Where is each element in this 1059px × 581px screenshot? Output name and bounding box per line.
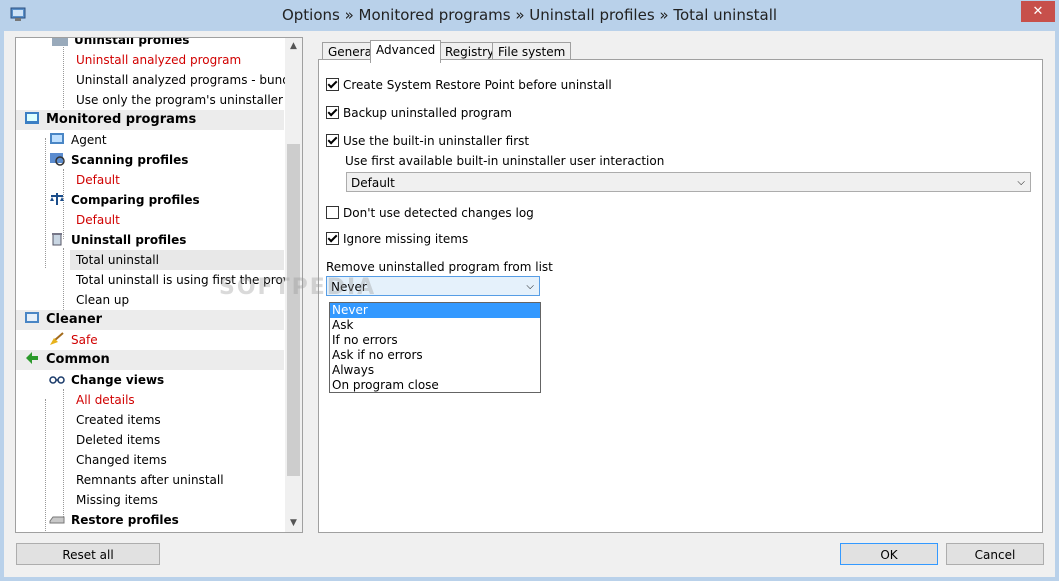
scroll-thumb[interactable] <box>287 144 300 476</box>
reset-all-button[interactable]: Reset all <box>16 543 160 565</box>
recycle-bin-icon <box>52 233 62 246</box>
cleaner-icon <box>25 312 39 323</box>
glasses-icon <box>49 376 65 384</box>
dropdown-option-always[interactable]: Always <box>330 363 540 378</box>
options-dialog: Uninstall profiles Uninstall analyzed pr… <box>4 31 1055 577</box>
dont-use-log-option[interactable]: Don't use detected changes log <box>326 206 534 220</box>
interaction-label: Use first available built-in uninstaller… <box>345 154 665 168</box>
chevron-down-icon: ⌵ <box>526 281 534 292</box>
scroll-down-arrow-icon[interactable]: ▼ <box>285 515 302 532</box>
close-button[interactable]: ✕ <box>1021 1 1055 22</box>
tree-item-agent[interactable]: Agent <box>49 130 107 150</box>
tree-item-remnants-after-uninstall[interactable]: Remnants after uninstall <box>76 470 224 490</box>
backup-checkbox[interactable] <box>326 106 339 119</box>
interaction-select[interactable]: Default ⌵ <box>346 172 1031 192</box>
tree-item-safe[interactable]: Safe <box>49 330 98 350</box>
window-title: Options » Monitored programs » Uninstall… <box>281 6 778 24</box>
scales-icon <box>50 193 64 205</box>
tree-item-missing-items[interactable]: Missing items <box>76 490 158 510</box>
tree-item-changed-items[interactable]: Changed items <box>76 450 167 470</box>
restore-point-checkbox[interactable] <box>326 78 339 91</box>
tree-item-uninstall-profiles-top[interactable]: Uninstall profiles <box>52 38 189 50</box>
tree-item-all-details[interactable]: All details <box>76 390 135 410</box>
tree-item-comparing-profiles[interactable]: Comparing profiles <box>49 190 200 210</box>
remove-from-list-dropdown: Never Ask If no errors Ask if no errors … <box>329 302 541 393</box>
tree-item-total-uninstall[interactable]: Total uninstall <box>70 250 284 270</box>
tree-group-cleaner[interactable]: Cleaner <box>16 310 284 330</box>
dropdown-option-ask[interactable]: Ask <box>330 318 540 333</box>
tree-item-created-items[interactable]: Created items <box>76 410 161 430</box>
dropdown-option-if-no-errors[interactable]: If no errors <box>330 333 540 348</box>
tree-item-scanning-default[interactable]: Default <box>76 170 120 190</box>
ignore-missing-option[interactable]: Ignore missing items <box>326 232 468 246</box>
restore-point-option[interactable]: Create System Restore Point before unins… <box>326 78 612 92</box>
dropdown-option-ask-if-no-errors[interactable]: Ask if no errors <box>330 348 540 363</box>
tree-item-deleted-items[interactable]: Deleted items <box>76 430 160 450</box>
builtin-first-checkbox[interactable] <box>326 134 339 147</box>
drive-icon <box>49 516 65 524</box>
title-bar: Options » Monitored programs » Uninstall… <box>0 0 1059 31</box>
tree-group-common[interactable]: Common <box>16 350 284 370</box>
dropdown-option-on-program-close[interactable]: On program close <box>330 378 540 393</box>
tree-item-uninstall-analyzed-program[interactable]: Uninstall analyzed program <box>76 50 241 70</box>
ignore-missing-checkbox[interactable] <box>326 232 339 245</box>
dropdown-option-never[interactable]: Never <box>330 303 540 318</box>
backup-option[interactable]: Backup uninstalled program <box>326 106 512 120</box>
tree-group-monitored-programs[interactable]: Monitored programs <box>16 110 284 130</box>
tree-item-comparing-default[interactable]: Default <box>76 210 120 230</box>
tree-item-clean-up[interactable]: Clean up <box>76 290 129 310</box>
scroll-up-arrow-icon[interactable]: ▲ <box>285 38 302 55</box>
green-arrow-icon <box>26 352 38 364</box>
monitored-programs-icon <box>25 112 39 124</box>
tree-item-use-only-program-uninstaller[interactable]: Use only the program's uninstaller <box>76 90 283 110</box>
cancel-button[interactable]: Cancel <box>946 543 1044 565</box>
agent-icon <box>50 133 64 144</box>
broom-icon <box>50 332 64 345</box>
tree-item-restore-profiles[interactable]: Restore profiles <box>49 510 179 530</box>
tree-item-change-views[interactable]: Change views <box>49 370 164 390</box>
tree-item-uninstall-profiles[interactable]: Uninstall profiles <box>49 230 186 250</box>
builtin-first-option[interactable]: Use the built-in uninstaller first <box>326 134 529 148</box>
tab-advanced[interactable]: Advanced <box>370 40 442 63</box>
tree-item-uninstall-analyzed-bundle[interactable]: Uninstall analyzed programs - bundle <box>76 70 301 90</box>
ok-button[interactable]: OK <box>840 543 938 565</box>
dont-use-log-checkbox[interactable] <box>326 206 339 219</box>
tab-panel-advanced <box>318 59 1043 533</box>
tree-item-scanning-profiles[interactable]: Scanning profiles <box>49 150 188 170</box>
scanning-profiles-icon <box>50 153 65 166</box>
chevron-down-icon: ⌵ <box>1017 177 1025 188</box>
watermark: SOFTPEDIA <box>219 275 377 300</box>
uninstall-profile-icon <box>52 38 68 46</box>
remove-from-list-label: Remove uninstalled program from list <box>326 260 553 274</box>
